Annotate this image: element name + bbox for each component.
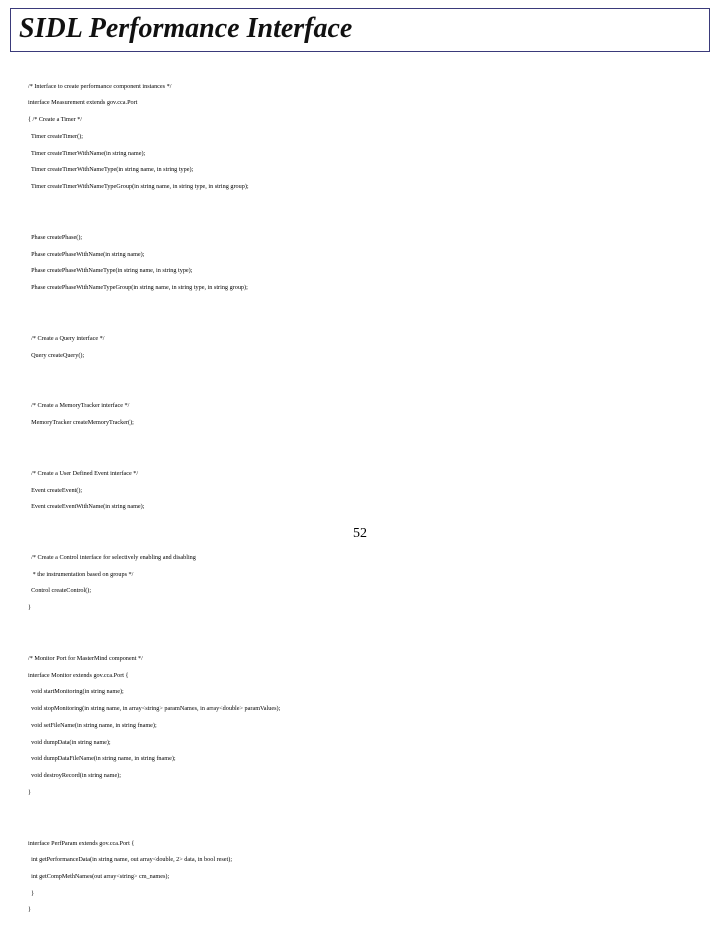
code-line: { /* Create a Timer */ — [28, 116, 720, 124]
code-line: void dumpDataFileName(in string name, in… — [28, 755, 720, 763]
code-block-measurement: /* Interface to create performance compo… — [28, 74, 720, 199]
code-line: Phase createPhaseWithNameType(in string … — [28, 267, 720, 275]
code-line: interface PerfParam extends gov.cca.Port… — [28, 840, 720, 848]
code-block-monitor: /* Monitor Port for MasterMind component… — [28, 647, 720, 806]
code-block-query: /* Create a Query interface */ Query cre… — [28, 326, 720, 368]
code-line: /* Create a MemoryTracker interface */ — [28, 402, 720, 410]
code-line: void destroyRecord(in string name); — [28, 772, 720, 780]
code-line: } — [28, 890, 720, 898]
code-block-control: /* Create a Control interface for select… — [28, 546, 720, 621]
code-line: interface Monitor extends gov.cca.Port { — [28, 672, 720, 680]
code-line: Event createEvent(); — [28, 487, 720, 495]
code-line: interface Measurement extends gov.cca.Po… — [28, 99, 720, 107]
code-line: } — [28, 789, 720, 797]
code-line: Query createQuery(); — [28, 352, 720, 360]
code-line: Timer createTimer(); — [28, 133, 720, 141]
code-line: Phase createPhaseWithName(in string name… — [28, 251, 720, 259]
code-line: Event createEventWithName(in string name… — [28, 503, 720, 511]
code-block-event: /* Create a User Defined Event interface… — [28, 461, 720, 520]
code-line: /* Monitor Port for MasterMind component… — [28, 655, 720, 663]
code-line: void stopMonitoring(in string name, in a… — [28, 705, 720, 713]
code-line: } — [28, 906, 720, 914]
code-listing: /* Interface to create performance compo… — [28, 66, 720, 941]
code-line: Phase createPhase(); — [28, 234, 720, 242]
code-block-perfparam: interface PerfParam extends gov.cca.Port… — [28, 831, 720, 923]
code-line: Phase createPhaseWithNameTypeGroup(in st… — [28, 284, 720, 292]
code-line: * the instrumentation based on groups */ — [28, 571, 720, 579]
title-bar: SIDL Performance Interface — [10, 8, 710, 52]
code-line: Control createControl(); — [28, 587, 720, 595]
code-line: int getCompMethNames(out array<string> c… — [28, 873, 720, 881]
code-line: Timer createTimerWithName(in string name… — [28, 150, 720, 158]
slide-title: SIDL Performance Interface — [19, 13, 701, 45]
code-line: /* Interface to create performance compo… — [28, 83, 720, 91]
code-line: Timer createTimerWithNameTypeGroup(in st… — [28, 183, 720, 191]
code-line: /* Create a Query interface */ — [28, 335, 720, 343]
code-line: } — [28, 604, 720, 612]
code-line: void dumpData(in string name); — [28, 739, 720, 747]
code-line: int getPerformanceData(in string name, o… — [28, 856, 720, 864]
code-block-phase: Phase createPhase(); Phase createPhaseWi… — [28, 225, 720, 300]
code-line: /* Create a Control interface for select… — [28, 554, 720, 562]
code-line: Timer createTimerWithNameType(in string … — [28, 166, 720, 174]
code-line: MemoryTracker createMemoryTracker(); — [28, 419, 720, 427]
code-line: void startMonitoring(in string name); — [28, 688, 720, 696]
code-block-memtracker: /* Create a MemoryTracker interface */ M… — [28, 394, 720, 436]
code-line: /* Create a User Defined Event interface… — [28, 470, 720, 478]
code-line: void setFileName(in string name, in stri… — [28, 722, 720, 730]
